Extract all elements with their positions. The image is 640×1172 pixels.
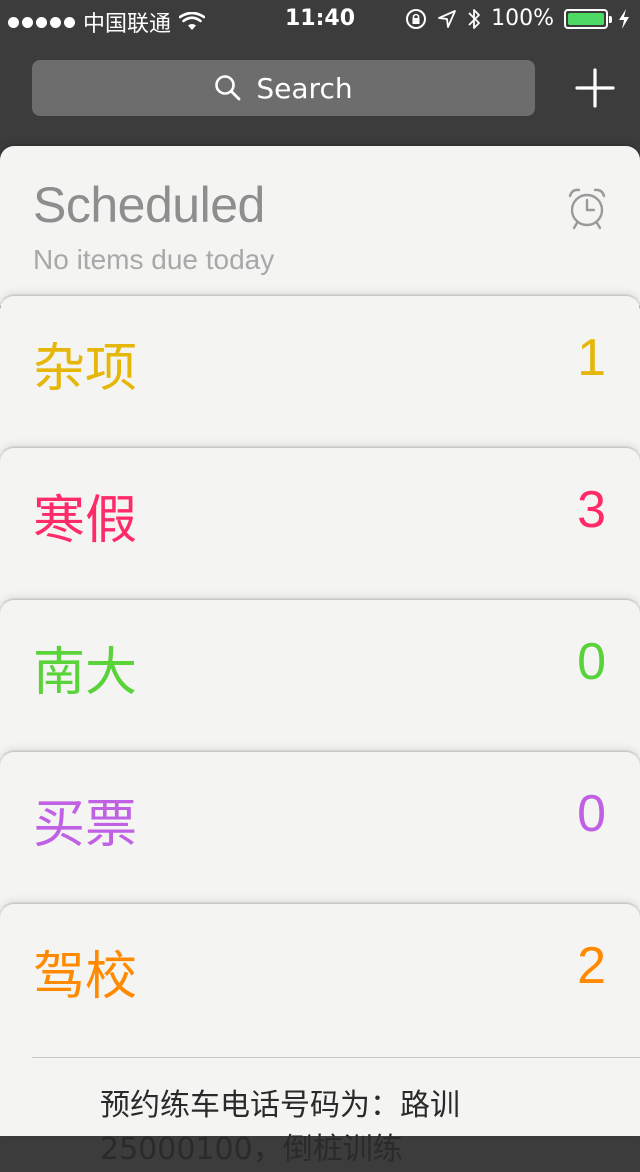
list-name-5: 驾校 bbox=[33, 947, 138, 1007]
location-arrow-icon bbox=[438, 9, 456, 28]
orientation-lock-icon bbox=[406, 8, 427, 29]
list-card-3[interactable]: 南大 0 bbox=[0, 600, 640, 770]
list-name-2: 寒假 bbox=[33, 491, 138, 551]
list-name-4: 买票 bbox=[33, 795, 138, 855]
list-name-1: 杂项 bbox=[33, 339, 138, 399]
list-count-3: 0 bbox=[577, 633, 606, 691]
status-bar: 中国联通 11:40 100% bbox=[0, 0, 640, 40]
battery-fill bbox=[568, 12, 604, 25]
scheduled-title: Scheduled bbox=[33, 177, 265, 233]
list-card-2[interactable]: 寒假 3 bbox=[0, 448, 640, 618]
scheduled-subtitle: No items due today bbox=[33, 244, 275, 275]
charging-bolt-icon bbox=[619, 8, 629, 29]
battery-icon bbox=[564, 8, 612, 29]
list-count-1: 1 bbox=[577, 329, 606, 387]
battery-percentage: 100% bbox=[491, 6, 554, 31]
search-placeholder: Search bbox=[256, 71, 353, 105]
list-card-1[interactable]: 杂项 1 bbox=[0, 296, 640, 466]
search-bar[interactable]: Search bbox=[32, 60, 535, 116]
alarm-clock-icon bbox=[568, 188, 606, 230]
reminder-preview-line-2: 25000100，倒桩训练 bbox=[100, 1132, 403, 1167]
list-count-5: 2 bbox=[577, 937, 606, 995]
list-card-5[interactable]: 驾校 2 预约练车电话号码为：路训 25000100，倒桩训练 bbox=[0, 904, 640, 1167]
reminder-preview-line-1: 预约练车电话号码为：路训 bbox=[100, 1088, 460, 1123]
list-divider bbox=[32, 1057, 640, 1058]
search-icon bbox=[215, 75, 241, 101]
list-name-3: 南大 bbox=[33, 643, 138, 703]
list-card-4[interactable]: 买票 0 bbox=[0, 752, 640, 922]
list-count-4: 0 bbox=[577, 785, 606, 843]
list-count-2: 3 bbox=[577, 481, 606, 539]
status-right: 100% bbox=[405, 6, 630, 31]
scheduled-card[interactable]: Scheduled No items due today bbox=[0, 146, 640, 306]
top-area: 中国联通 11:40 100% Search bbox=[0, 0, 640, 150]
add-button[interactable] bbox=[575, 68, 615, 108]
reminder-preview[interactable]: 预约练车电话号码为：路训 25000100，倒桩训练 bbox=[100, 1084, 620, 1172]
bluetooth-icon bbox=[468, 8, 480, 29]
